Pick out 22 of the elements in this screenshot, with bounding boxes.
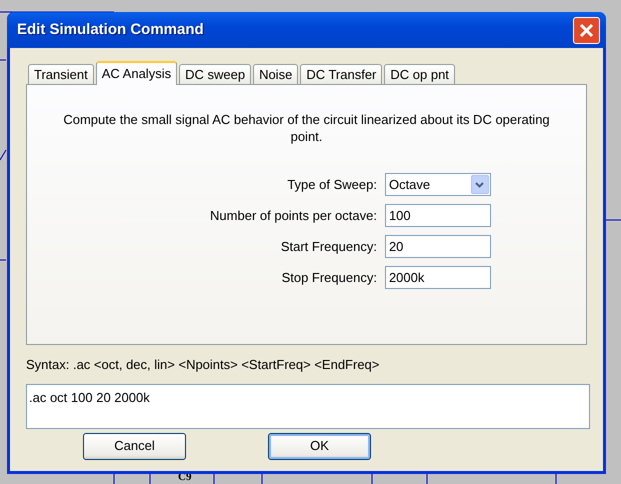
tab[interactable]: AC Analysis: [96, 61, 178, 85]
ok-button[interactable]: OK: [268, 432, 371, 460]
field-label: Start Frequency:: [280, 238, 377, 256]
input-field[interactable]: 2000k: [384, 266, 491, 289]
field-label: Number of points per octave:: [210, 206, 377, 225]
syntax-text: Syntax: .ac <oct, dec, lin> <Npoints> <StartFreq> <EndFreq>: [26, 356, 380, 374]
tab[interactable]: DC op pnt: [384, 64, 455, 84]
close-button[interactable]: [573, 16, 600, 44]
input-field[interactable]: 100: [384, 204, 491, 227]
close-icon[interactable]: [578, 22, 595, 38]
cancel-button[interactable]: Cancel: [83, 432, 186, 460]
field-label: Stop Frequency:: [280, 268, 377, 287]
field-label: Type of Sweep:: [286, 176, 377, 194]
tab[interactable]: Noise: [253, 64, 298, 84]
window-title: Edit Simulation Command: [17, 20, 204, 40]
dropdown-field[interactable]: Octave: [384, 173, 491, 196]
input-field[interactable]: 20: [384, 235, 491, 258]
tab[interactable]: DC sweep: [179, 64, 252, 84]
tab[interactable]: Transient: [28, 64, 94, 84]
command-field[interactable]: .ac oct 100 20 2000k: [26, 384, 590, 428]
tab[interactable]: DC Transfer: [300, 64, 382, 84]
description-text: Compute the small signal AC behavior of the circuit linearized about its DC operating point.: [62, 111, 551, 145]
